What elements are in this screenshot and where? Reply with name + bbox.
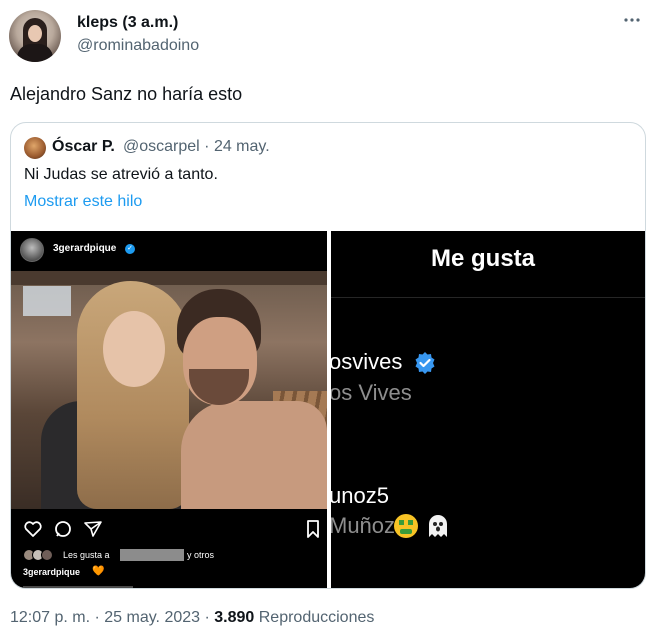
quoted-author-name[interactable]: Óscar P. — [52, 138, 115, 156]
liker-2-handle: unoz5 — [331, 483, 389, 508]
instagram-username: 3gerardpique — [53, 243, 117, 254]
quoted-tweet-text: Ni Judas se atrevió a tanto. — [24, 166, 218, 183]
quoted-author-meta: @oscarpel · 24 may. — [123, 138, 270, 155]
liker-1-name: os Vives — [331, 380, 412, 405]
quoted-tweet[interactable]: Óscar P. @oscarpel · 24 may. Ni Judas se… — [10, 122, 646, 589]
blurred-username — [120, 549, 184, 561]
view-count: 3.890 — [214, 609, 255, 626]
comments-count-cutoff — [23, 583, 133, 588]
quoted-author-avatar[interactable] — [24, 137, 46, 159]
tweet-metadata: 12:07 p. m. · 25 may. 2023 · 3.890 Repro… — [10, 609, 374, 627]
caption-username: 3gerardpique — [23, 567, 81, 577]
liker-2-name: Muñoz — [331, 513, 396, 538]
more-horizontal-icon[interactable] — [624, 12, 640, 33]
likes-prefix: Les gusta a — [63, 550, 110, 560]
heart-icon — [24, 521, 42, 537]
author-display-name[interactable]: kleps (3 a.m.) — [77, 14, 178, 32]
money-mouth-emoji-icon — [394, 514, 418, 538]
views-label: Reproducciones — [254, 609, 375, 626]
verified-badge-icon — [415, 352, 435, 374]
likes-title: Me gusta — [431, 245, 536, 272]
orange-heart-emoji: 🧡 — [92, 566, 105, 577]
liker-1-handle: osvives — [331, 349, 403, 374]
media-image-likes-list[interactable]: Me gusta osvives os Vives unoz5 Muñoz — [331, 231, 645, 588]
instagram-avatar — [20, 238, 44, 262]
verified-badge-icon: ✓ — [125, 244, 135, 254]
tweet-text: Alejandro Sanz no haría esto — [10, 84, 243, 104]
media-image-instagram-post[interactable]: 3gerardpique ✓ Les gusta a y otros 3gera… — [11, 231, 327, 588]
ghost-emoji-icon — [429, 515, 447, 537]
likes-suffix: y otros — [187, 550, 215, 560]
liker-avatars — [23, 549, 57, 561]
comment-icon — [55, 521, 71, 537]
author-handle[interactable]: @rominabadoino — [77, 37, 199, 55]
instagram-actions — [23, 519, 323, 539]
author-avatar[interactable] — [9, 10, 61, 62]
share-icon — [84, 521, 102, 537]
show-thread-link[interactable]: Mostrar este hilo — [24, 193, 142, 211]
couple-photo — [11, 271, 327, 509]
likes-divider — [331, 297, 645, 298]
bookmark-icon — [307, 520, 319, 538]
timestamp[interactable]: 12:07 p. m. · 25 may. 2023 · — [10, 609, 214, 626]
